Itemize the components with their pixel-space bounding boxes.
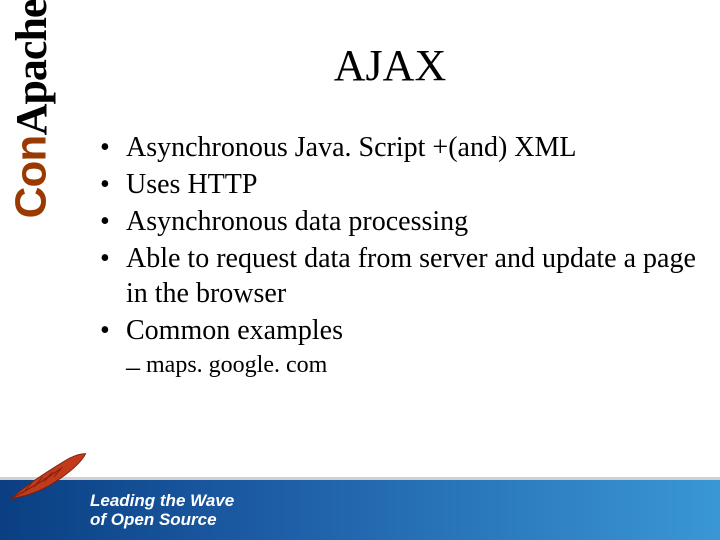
brand-sidebar: Con Apache	[0, 0, 62, 450]
bullet-item: Asynchronous data processing	[100, 204, 700, 239]
brand-apache: Apache	[6, 0, 57, 136]
brand-text: Con Apache	[6, 0, 57, 218]
bullet-item: Common examples	[100, 313, 700, 348]
bullet-item: Uses HTTP	[100, 167, 700, 202]
brand-con: Con	[6, 136, 56, 219]
tagline-line2: of Open Source	[90, 510, 234, 530]
bullet-list: Asynchronous Java. Script +(and) XML Use…	[100, 130, 700, 348]
footer-tagline: Leading the Wave of Open Source	[90, 491, 234, 530]
bullet-item: Asynchronous Java. Script +(and) XML	[100, 130, 700, 165]
feather-icon	[6, 452, 92, 502]
sub-bullet-list: maps. google. com	[126, 350, 700, 380]
footer: Leading the Wave of Open Source	[0, 444, 720, 540]
slide-body: Asynchronous Java. Script +(and) XML Use…	[100, 130, 700, 382]
sub-bullet-item: maps. google. com	[126, 350, 700, 380]
slide-title: AJAX	[80, 40, 700, 91]
slide: Con Apache AJAX Asynchronous Java. Scrip…	[0, 0, 720, 540]
bullet-item: Able to request data from server and upd…	[100, 241, 700, 311]
tagline-line1: Leading the Wave	[90, 491, 234, 511]
